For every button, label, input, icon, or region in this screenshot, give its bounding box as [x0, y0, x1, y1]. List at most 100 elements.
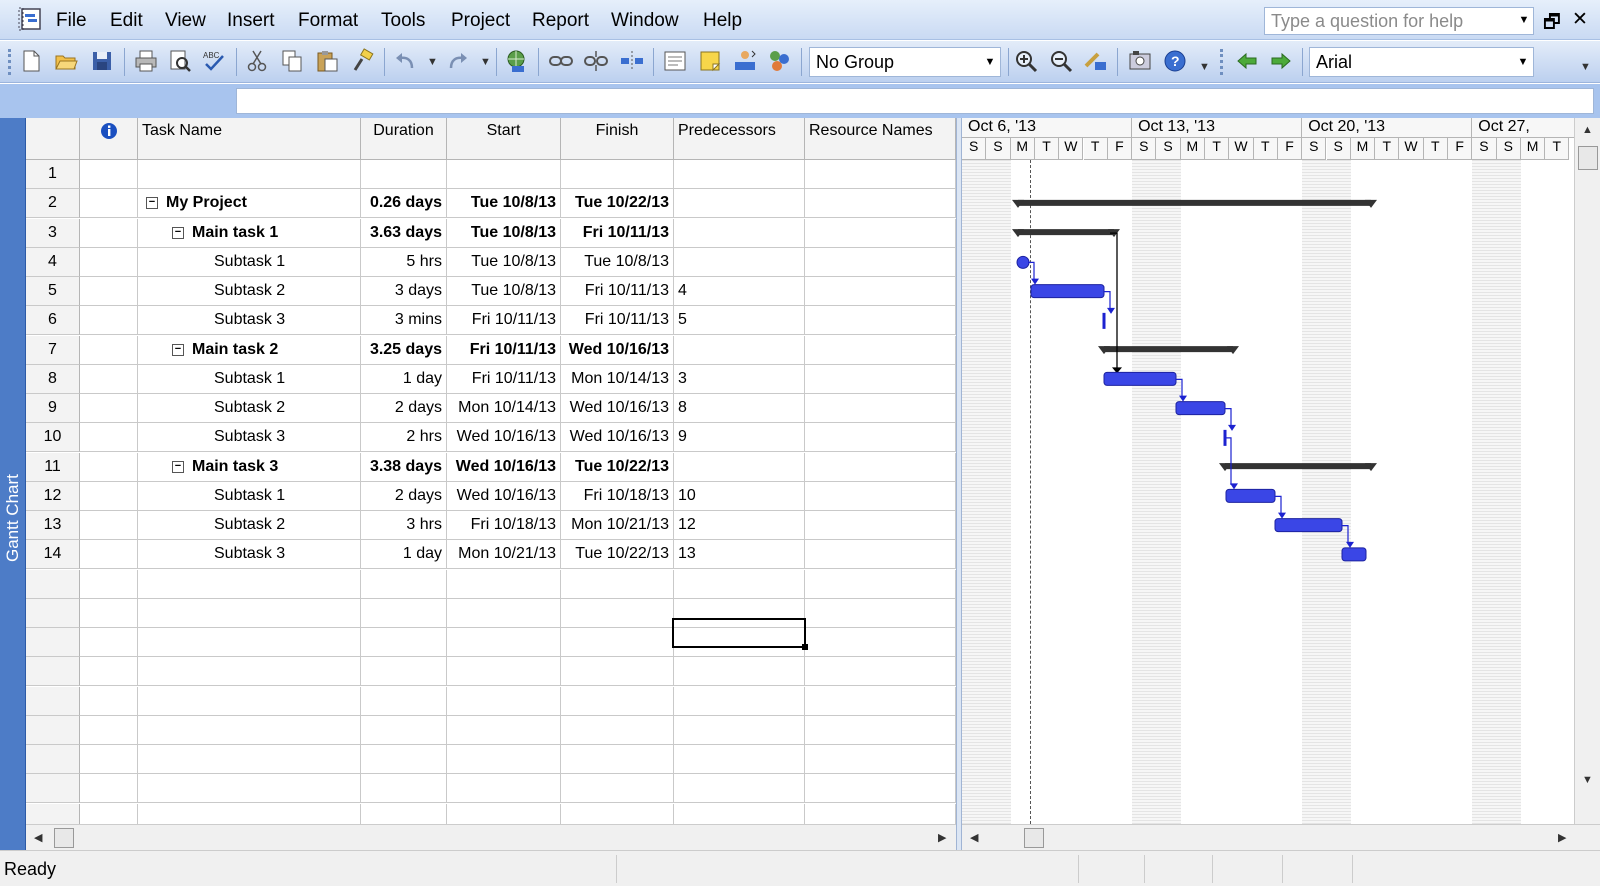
table-row[interactable] [26, 803, 956, 824]
dependency-arrow[interactable] [1278, 512, 1286, 519]
scroll-to-task-icon[interactable] [1083, 48, 1109, 74]
scroll-up-icon[interactable]: ▲ [1582, 124, 1593, 136]
duration-cell[interactable]: 3 hrs [361, 511, 447, 540]
task-bar[interactable] [1016, 255, 1030, 269]
predecessors-cell[interactable] [674, 569, 805, 599]
dependency-link[interactable] [1342, 525, 1350, 544]
task-name-cell[interactable]: Subtask 1 [138, 247, 361, 277]
predecessors-cell[interactable]: 10 [674, 481, 805, 511]
collapse-toggle-icon[interactable]: − [146, 197, 158, 210]
finish-cell[interactable]: Tue 10/22/13 [561, 452, 674, 482]
duration-cell[interactable] [361, 160, 447, 189]
menu-file[interactable]: File [56, 10, 87, 32]
indicator-cell[interactable] [80, 745, 138, 774]
task-bar[interactable] [1274, 518, 1343, 533]
indicator-cell[interactable] [80, 657, 138, 687]
dependency-arrow[interactable] [1107, 307, 1115, 314]
duration-cell[interactable] [361, 715, 447, 745]
column-header-start[interactable]: Start [447, 118, 561, 160]
predecessors-cell[interactable] [674, 189, 805, 219]
resource-names-cell[interactable] [805, 628, 956, 657]
finish-cell[interactable]: Fri 10/18/13 [561, 481, 674, 511]
finish-cell[interactable]: Tue 10/8/13 [561, 247, 674, 277]
link-tasks-icon[interactable] [548, 48, 574, 74]
resource-names-cell[interactable] [805, 803, 956, 824]
duration-cell[interactable] [361, 598, 447, 628]
table-row[interactable]: 13 Subtask 2 3 hrs Fri 10/18/13 Mon 10/21/13… [26, 511, 956, 540]
resource-names-cell[interactable] [805, 364, 956, 394]
resource-names-cell[interactable] [805, 247, 956, 277]
table-row[interactable] [26, 686, 956, 716]
table-row[interactable]: 7− Main task 2 3.25 days Fri 10/11/13 Wed 10… [26, 335, 956, 365]
scroll-right-icon[interactable]: ▶ [1558, 831, 1566, 844]
task-name-cell[interactable]: Subtask 3 [138, 423, 361, 453]
collapse-toggle-icon[interactable]: − [172, 226, 184, 239]
split-task-icon[interactable] [619, 48, 645, 74]
finish-cell[interactable]: Fri 10/11/13 [561, 277, 674, 306]
resource-names-cell[interactable] [805, 569, 956, 599]
dependency-arrow[interactable] [1031, 278, 1039, 285]
predecessors-cell[interactable] [674, 160, 805, 189]
task-name-cell[interactable] [138, 774, 361, 804]
start-cell[interactable]: Wed 10/16/13 [447, 423, 561, 453]
print-icon[interactable] [133, 48, 159, 74]
column-header-finish[interactable]: Finish [561, 118, 674, 160]
finish-cell[interactable]: Fri 10/11/13 [561, 218, 674, 248]
predecessors-cell[interactable]: 12 [674, 511, 805, 540]
dependency-arrow[interactable] [1179, 395, 1187, 402]
duration-cell[interactable] [361, 569, 447, 599]
task-name-cell[interactable]: Subtask 2 [138, 277, 361, 306]
copy-picture-icon[interactable] [1127, 48, 1153, 74]
task-name-cell[interactable]: − Main task 1 [138, 218, 361, 248]
task-bar[interactable] [1341, 547, 1367, 562]
table-row[interactable]: 12 Subtask 1 2 days Wed 10/16/13 Fri 10/18/1… [26, 481, 956, 511]
menu-project[interactable]: Project [451, 10, 510, 32]
table-row[interactable]: 6 Subtask 33 mins Fri 10/11/13 Fri 10/11/13… [26, 306, 956, 336]
task-name-cell[interactable]: Subtask 1 [138, 481, 361, 511]
redo-dropdown-icon[interactable]: ▼ [480, 56, 491, 68]
start-cell[interactable] [447, 160, 561, 189]
indicator-cell[interactable] [80, 511, 138, 540]
indicator-cell[interactable] [80, 364, 138, 394]
scroll-left-icon[interactable]: ◀ [34, 831, 42, 844]
dependency-link[interactable] [1176, 378, 1183, 398]
indicator-cell[interactable] [80, 277, 138, 306]
finish-cell[interactable] [561, 715, 674, 745]
resource-names-cell[interactable] [805, 160, 956, 189]
indicator-cell[interactable] [80, 774, 138, 804]
indicator-cell[interactable] [80, 803, 138, 824]
predecessors-cell[interactable]: 4 [674, 277, 805, 306]
vertical-scrollbar[interactable]: ▲ ▼ [1574, 118, 1600, 824]
zoom-out-icon[interactable] [1048, 48, 1074, 74]
start-cell[interactable]: Mon 10/21/13 [447, 540, 561, 570]
finish-cell[interactable]: Mon 10/14/13 [561, 364, 674, 394]
indicator-cell[interactable] [80, 394, 138, 423]
menu-tools[interactable]: Tools [381, 10, 425, 32]
font-select[interactable]: Arial ▼ [1309, 47, 1534, 77]
menu-view[interactable]: View [165, 10, 206, 32]
predecessors-cell[interactable] [674, 452, 805, 482]
indicator-cell[interactable] [80, 335, 138, 365]
resource-names-cell[interactable] [805, 394, 956, 423]
table-row[interactable]: 4 Subtask 15 hrs Tue 10/8/13 Tue 10/8/13 [26, 247, 956, 277]
resource-names-cell[interactable] [805, 774, 956, 804]
resource-names-cell[interactable] [805, 715, 956, 745]
table-row[interactable]: 1 [26, 160, 956, 189]
start-cell[interactable]: Fri 10/18/13 [447, 511, 561, 540]
menu-window[interactable]: Window [611, 10, 679, 32]
start-cell[interactable] [447, 745, 561, 774]
resource-names-cell[interactable] [805, 423, 956, 453]
predecessors-cell[interactable] [674, 657, 805, 687]
table-row[interactable] [26, 569, 956, 599]
group-dropdown-icon[interactable]: ▼ [982, 52, 998, 72]
finish-cell[interactable]: Mon 10/21/13 [561, 511, 674, 540]
menu-format[interactable]: Format [298, 10, 358, 32]
start-cell[interactable]: Fri 10/11/13 [447, 364, 561, 394]
sheet-horizontal-scrollbar[interactable]: ◀ ▶ [26, 824, 956, 850]
duration-cell[interactable]: 5 hrs [361, 247, 447, 277]
start-cell[interactable] [447, 686, 561, 716]
predecessors-cell[interactable]: 5 [674, 306, 805, 336]
duration-cell[interactable] [361, 745, 447, 774]
project-app-icon[interactable] [18, 6, 44, 32]
task-name-cell[interactable] [138, 686, 361, 716]
